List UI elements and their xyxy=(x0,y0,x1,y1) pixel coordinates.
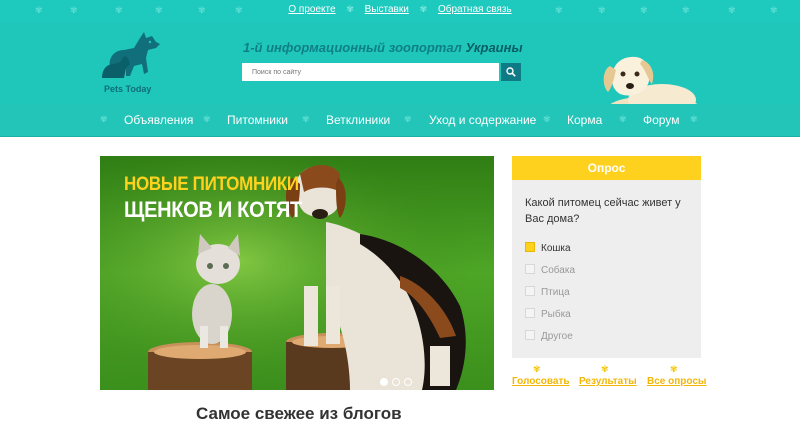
dog-logo-icon xyxy=(102,32,160,78)
paw-icon: ✾ xyxy=(404,114,412,124)
top-links: О проекте ✾ Выставки ✾ Обратная связь xyxy=(0,4,800,15)
link-exhibitions[interactable]: Выставки xyxy=(365,4,409,15)
checkbox[interactable] xyxy=(525,330,535,340)
paw-icon: ✾ xyxy=(619,114,627,124)
search-icon xyxy=(506,67,516,77)
link-feedback[interactable]: Обратная связь xyxy=(438,4,512,15)
site-logo[interactable]: Pets Today xyxy=(100,28,164,98)
poll-title: Опрос xyxy=(512,156,701,180)
nav-item-ads[interactable]: Объявления xyxy=(124,113,193,127)
paw-icon: ✾ xyxy=(346,4,354,14)
all-polls-link[interactable]: Все опросы xyxy=(647,376,706,387)
poll-question: Какой питомец сейчас живет у Вас дома? xyxy=(525,197,681,225)
poll-option[interactable]: Птица xyxy=(525,286,570,298)
vote-link[interactable]: Голосовать xyxy=(512,376,570,387)
poll-option-label: Другое xyxy=(541,331,573,342)
paw-icon: ✾ xyxy=(419,4,428,14)
paw-icon: ✾ xyxy=(203,114,211,124)
poll-option[interactable]: Собака xyxy=(525,264,575,276)
poll-option-label: Собака xyxy=(541,265,575,276)
site-header: Pets Today 1-й информационный зоопортал … xyxy=(0,22,800,121)
nav-item-vet-clinics[interactable]: Ветклиники xyxy=(326,113,390,127)
checkbox[interactable] xyxy=(525,286,535,296)
poll-option-label: Кошка xyxy=(541,243,571,254)
nav-item-food[interactable]: Корма xyxy=(567,113,602,127)
poll-widget: Опрос Какой питомец сейчас живет у Вас д… xyxy=(512,156,701,358)
main-nav: ✾ Объявления ✾ Питомники ✾ Ветклиники ✾ … xyxy=(0,104,800,137)
paw-icon: ✾ xyxy=(690,114,698,124)
nav-item-care[interactable]: Уход и содержание xyxy=(429,113,536,127)
tagline-country: Украины xyxy=(465,40,523,55)
slide-title-line1: НОВЫЕ ПИТОМНИКИ xyxy=(124,173,299,195)
paw-icon: ✾ xyxy=(533,364,541,374)
nav-item-forum[interactable]: Форум xyxy=(643,113,679,127)
slider-dots xyxy=(380,373,416,390)
paw-icon: ✾ xyxy=(670,364,678,374)
poll-option[interactable]: Кошка xyxy=(525,242,571,254)
poll-option[interactable]: Другое xyxy=(525,330,573,342)
paw-icon: ✾ xyxy=(601,364,609,374)
search-input[interactable] xyxy=(242,63,499,81)
slider-dot[interactable] xyxy=(380,378,388,386)
poll-option-label: Рыбка xyxy=(541,309,571,320)
search-button[interactable] xyxy=(501,63,521,81)
site-tagline: 1-й информационный зоопортал Украины xyxy=(243,40,523,55)
link-about[interactable]: О проекте xyxy=(288,4,335,15)
paw-icon: ✾ xyxy=(100,114,108,124)
checkbox[interactable] xyxy=(525,242,535,252)
results-link[interactable]: Результаты xyxy=(579,376,637,387)
slider-dot[interactable] xyxy=(392,378,400,386)
blogs-heading: Самое свежее из блогов xyxy=(196,404,402,423)
nav-item-kennels[interactable]: Питомники xyxy=(227,113,288,127)
slider-dot[interactable] xyxy=(404,378,412,386)
logo-text: Pets Today xyxy=(104,84,152,94)
poll-option[interactable]: Рыбка xyxy=(525,308,571,320)
checkbox[interactable] xyxy=(525,308,535,318)
tagline-prefix: 1-й информационный зоопортал xyxy=(243,40,462,55)
paw-icon: ✾ xyxy=(302,114,310,124)
paw-icon: ✾ xyxy=(543,114,551,124)
checkbox[interactable] xyxy=(525,264,535,274)
top-bar: ✾ ✾ ✾ ✾ ✾ ✾ ✾ ✾ ✾ ✾ ✾ ✾ О проекте ✾ Выст… xyxy=(0,0,800,22)
promo-slider[interactable]: НОВЫЕ ПИТОМНИКИ ЩЕНКОВ И КОТЯТ xyxy=(100,156,494,390)
poll-option-label: Птица xyxy=(541,287,570,298)
slide-title-line2: ЩЕНКОВ И КОТЯТ xyxy=(124,198,302,223)
